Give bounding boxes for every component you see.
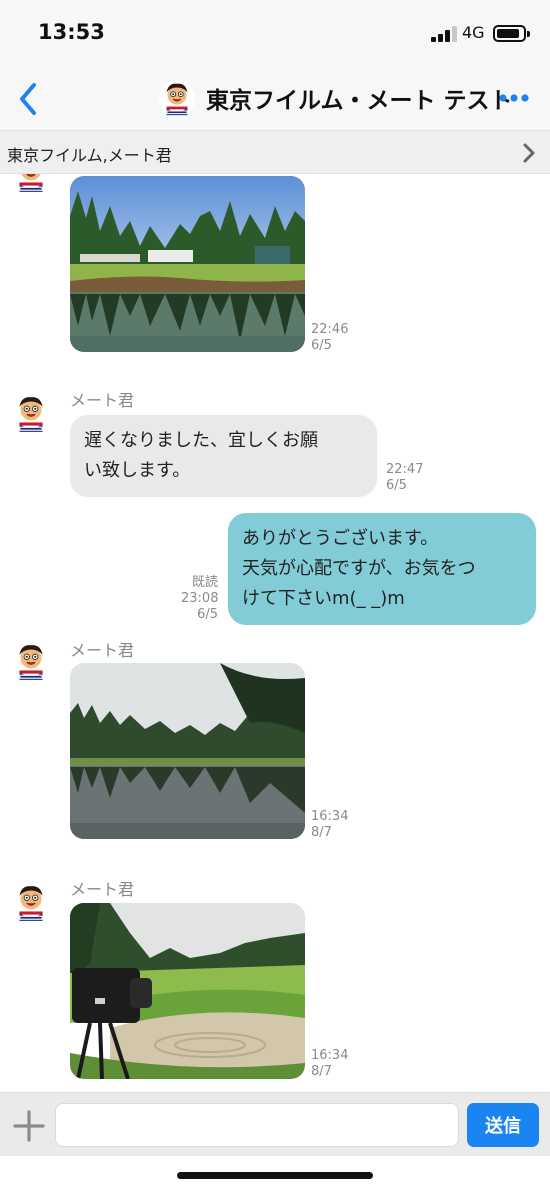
message-time: 16:34 bbox=[311, 1048, 349, 1063]
message-photo[interactable] bbox=[70, 663, 305, 839]
sender-avatar[interactable] bbox=[10, 392, 52, 434]
sender-name: メート君 bbox=[70, 391, 135, 410]
home-bar-area bbox=[0, 1156, 550, 1192]
message-time: 23:08 bbox=[181, 591, 219, 606]
message-meta: 22:47 6/5 bbox=[386, 462, 423, 494]
message-time: 22:47 bbox=[386, 462, 424, 477]
status-bar: 13:53 4G bbox=[0, 0, 550, 68]
message-line: けて下さいm(_ _)m bbox=[242, 588, 405, 609]
message-time: 22:46 bbox=[311, 322, 349, 337]
send-button[interactable]: 送信 bbox=[467, 1103, 539, 1147]
chevron-left-icon bbox=[20, 83, 36, 115]
message-date: 6/5 bbox=[197, 607, 218, 622]
outgoing-message-bubble[interactable]: ありがとうございます。 天気が心配ですが、お気をつ けて下さいm(_ _)m bbox=[228, 513, 536, 625]
group-avatar bbox=[158, 79, 196, 117]
sender-name: メート君 bbox=[70, 880, 135, 899]
message-composer: 送信 bbox=[0, 1092, 550, 1156]
chat-title-text: 東京フイルム・メート テスト bbox=[206, 88, 513, 114]
chevron-right-icon bbox=[523, 143, 535, 163]
more-options-button[interactable] bbox=[494, 86, 534, 110]
message-photo[interactable] bbox=[70, 903, 305, 1079]
message-date: 6/5 bbox=[311, 338, 332, 353]
members-bar[interactable]: 東京フイルム,メート君 bbox=[0, 130, 550, 174]
message-line: ありがとうございます。 bbox=[242, 528, 439, 549]
members-label: 東京フイルム,メート君 bbox=[7, 146, 172, 165]
status-time: 13:53 bbox=[38, 20, 105, 44]
message-date: 6/5 bbox=[386, 478, 407, 493]
sender-avatar[interactable] bbox=[10, 174, 52, 194]
message-time: 16:34 bbox=[311, 809, 349, 824]
message-line: 遅くなりました、宜しくお願 bbox=[84, 430, 318, 451]
message-list[interactable]: 22:46 6/5 メート君 遅くなりました、宜しくお願 い致します。 22:4… bbox=[0, 174, 550, 1092]
sender-avatar[interactable] bbox=[10, 881, 52, 923]
incoming-message-bubble[interactable]: 遅くなりました、宜しくお願 い致します。 bbox=[70, 415, 377, 497]
message-input[interactable] bbox=[55, 1103, 459, 1147]
home-indicator[interactable] bbox=[177, 1172, 373, 1179]
sender-name: メート君 bbox=[70, 641, 135, 660]
message-date: 8/7 bbox=[311, 825, 332, 840]
network-type: 4G bbox=[462, 23, 485, 42]
message-meta: 16:34 8/7 bbox=[311, 809, 348, 841]
message-date: 8/7 bbox=[311, 1064, 332, 1079]
sender-avatar[interactable] bbox=[10, 640, 52, 682]
chat-header: 東京フイルム・メート テスト bbox=[0, 68, 550, 130]
message-meta: 既読 23:08 6/5 bbox=[181, 575, 218, 623]
chat-title: 東京フイルム・メート テスト bbox=[158, 78, 513, 118]
battery-icon bbox=[493, 25, 530, 42]
message-line: 天気が心配ですが、お気をつ bbox=[242, 558, 476, 579]
message-meta: 22:46 6/5 bbox=[311, 322, 348, 354]
read-receipt: 既読 bbox=[191, 575, 218, 590]
plus-icon[interactable] bbox=[12, 1109, 46, 1143]
back-button[interactable] bbox=[8, 74, 48, 124]
message-photo[interactable] bbox=[70, 176, 305, 352]
more-dots-icon bbox=[499, 94, 529, 102]
message-line: い致します。 bbox=[84, 460, 191, 481]
cellular-signal-icon bbox=[431, 26, 457, 42]
message-meta: 16:34 8/7 bbox=[311, 1048, 348, 1080]
